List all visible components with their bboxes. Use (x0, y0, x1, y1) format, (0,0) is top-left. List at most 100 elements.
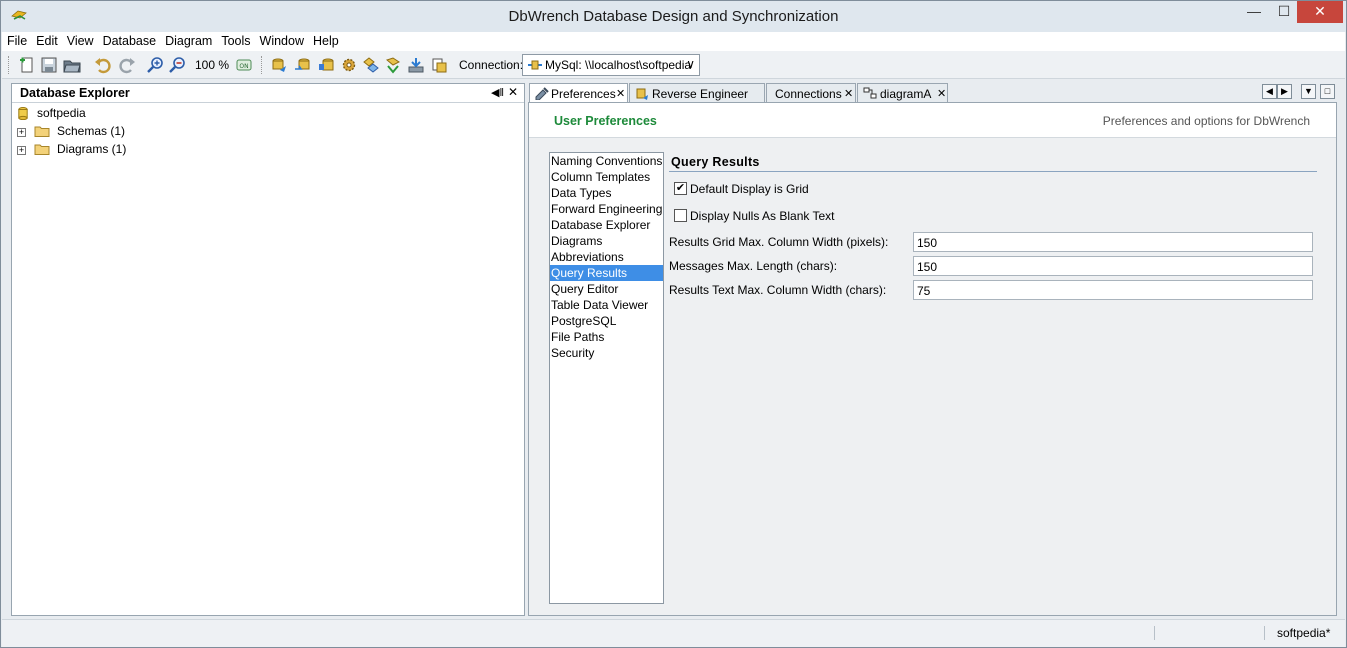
menu-window[interactable]: Window (255, 32, 308, 48)
default-display-grid-label[interactable]: Default Display is Grid (690, 182, 809, 196)
preference-category-item[interactable]: Naming Conventions (550, 153, 663, 169)
close-tab-icon[interactable]: ✕ (937, 87, 946, 100)
preference-category-item[interactable]: Abbreviations (550, 249, 663, 265)
connection-plug-icon (528, 60, 542, 70)
app-window: DbWrench Database Design and Synchroniza… (0, 0, 1347, 648)
chevron-down-icon[interactable]: ∨ (686, 57, 695, 71)
open-folder-icon[interactable] (63, 56, 81, 74)
menu-tools[interactable]: Tools (216, 32, 254, 48)
tab-label: diagramA (880, 87, 932, 101)
zoom-out-icon[interactable] (169, 56, 187, 74)
preferences-pane: User Preferences Preferences and options… (528, 102, 1337, 616)
status-separator (1154, 626, 1155, 640)
run-script-icon[interactable] (384, 56, 402, 74)
text-column-width-input[interactable]: 75 (913, 280, 1313, 300)
preference-category-item[interactable]: Column Templates (550, 169, 663, 185)
tab-reverse-engineer[interactable]: Reverse Engineer (629, 83, 765, 103)
tab-label: Preferences (551, 87, 616, 101)
minimize-panel-icon[interactable]: ◀‖ (491, 86, 504, 99)
save-icon[interactable] (40, 56, 58, 74)
preference-category-item[interactable]: Data Types (550, 185, 663, 201)
connection-value: MySql: \\localhost\softpedia (545, 58, 692, 72)
menu-database[interactable]: Database (98, 32, 161, 48)
zoom-level[interactable]: 100 % (195, 58, 229, 72)
display-nulls-blank-label[interactable]: Display Nulls As Blank Text (690, 209, 835, 223)
settings-gear-icon[interactable] (340, 56, 358, 74)
import-icon[interactable] (407, 56, 425, 74)
status-separator (1264, 626, 1265, 640)
menu-diagram[interactable]: Diagram (160, 32, 216, 48)
close-panel-icon[interactable]: ✕ (508, 85, 518, 99)
new-project-icon[interactable] (18, 56, 36, 74)
tab-connections[interactable]: Connections ✕ (766, 83, 856, 103)
folder-icon (34, 144, 50, 155)
close-tab-icon[interactable]: ✕ (616, 87, 625, 100)
tree-node-label: Schemas (1) (57, 124, 126, 138)
database-icon (18, 107, 28, 120)
menu-view[interactable]: View (62, 32, 98, 48)
reverse-engineer-icon[interactable] (270, 56, 288, 74)
redo-icon[interactable] (118, 56, 136, 74)
preference-category-item[interactable]: PostgreSQL (550, 313, 663, 329)
preference-category-item[interactable]: Database Explorer (550, 217, 663, 233)
tab-preferences[interactable]: Preferences ✕ (529, 83, 628, 103)
preferences-subtitle: Preferences and options for DbWrench (1102, 114, 1310, 128)
default-display-grid-checkbox[interactable]: ✔ (674, 182, 687, 195)
tree-root-label: softpedia (37, 106, 86, 120)
status-project: softpedia* (1277, 626, 1331, 640)
editor-tabs: Preferences ✕ Reverse Engineer Connectio… (529, 83, 1345, 103)
zoom-in-icon[interactable] (147, 56, 165, 74)
preference-category-item[interactable]: Forward Engineering (550, 201, 663, 217)
menu-file[interactable]: File (2, 32, 31, 48)
preference-category-item[interactable]: File Paths (550, 329, 663, 345)
close-tab-icon[interactable]: ✕ (844, 87, 853, 100)
tab-diagram-a[interactable]: diagramA ✕ (857, 83, 948, 103)
section-divider (669, 171, 1317, 172)
preference-categories-list[interactable]: Naming Conventions Column Templates Data T… (549, 152, 664, 604)
toolbar-separator (261, 56, 264, 74)
scroll-tabs-left-icon[interactable]: ◀ (1262, 84, 1277, 99)
messages-max-length-label: Messages Max. Length (chars): (669, 259, 838, 273)
reverse-engineer-icon (636, 88, 648, 100)
export-icon[interactable] (430, 56, 448, 74)
preference-category-item[interactable]: Query Editor (550, 281, 663, 297)
svg-text:ON: ON (239, 63, 248, 70)
database-explorer-header: Database Explorer ◀‖ ✕ (12, 84, 524, 103)
section-title: Query Results (671, 155, 760, 169)
preference-category-item[interactable]: Query Results (550, 265, 663, 281)
compare-icon[interactable] (362, 56, 380, 74)
expand-icon[interactable]: + (17, 128, 26, 137)
connection-label: Connection: (459, 58, 524, 72)
undo-icon[interactable] (94, 56, 112, 74)
expand-icon[interactable]: + (17, 146, 26, 155)
title-bar: DbWrench Database Design and Synchroniza… (1, 1, 1346, 32)
maximize-editor-icon[interactable]: □ (1320, 84, 1335, 99)
database-explorer-title: Database Explorer (20, 86, 130, 100)
forward-engineer-icon[interactable] (294, 56, 312, 74)
menu-help[interactable]: Help (308, 32, 343, 48)
zoom-fit-icon[interactable]: ON (235, 56, 253, 74)
connection-select[interactable]: MySql: \\localhost\softpedia ∨ (522, 54, 700, 76)
diagram-icon (863, 87, 877, 99)
tab-list-dropdown-icon[interactable]: ▼ (1301, 84, 1316, 99)
display-nulls-blank-checkbox[interactable] (674, 209, 687, 222)
tab-label: Connections (775, 87, 842, 101)
preferences-icon (535, 87, 549, 100)
preference-category-item[interactable]: Diagrams (550, 233, 663, 249)
toolbar-grip[interactable] (8, 56, 11, 74)
preference-category-item[interactable]: Table Data Viewer (550, 297, 663, 313)
tab-label: Reverse Engineer (652, 87, 749, 101)
status-bar: softpedia* (2, 619, 1345, 647)
folder-icon (34, 126, 50, 137)
toolbar: 100 % ON Connection: MySql: \\localhost\… (2, 51, 1345, 79)
maximize-button[interactable]: ☐ (1269, 1, 1299, 23)
preference-category-item[interactable]: Security (550, 345, 663, 361)
grid-column-width-input[interactable]: 150 (913, 232, 1313, 252)
messages-max-length-input[interactable]: 150 (913, 256, 1313, 276)
menu-edit[interactable]: Edit (31, 32, 62, 48)
sync-database-icon[interactable] (317, 56, 335, 74)
preferences-title: User Preferences (554, 114, 657, 128)
scroll-tabs-right-icon[interactable]: ▶ (1277, 84, 1292, 99)
close-button[interactable]: ✕ (1297, 1, 1343, 23)
minimize-button[interactable]: — (1239, 1, 1269, 23)
